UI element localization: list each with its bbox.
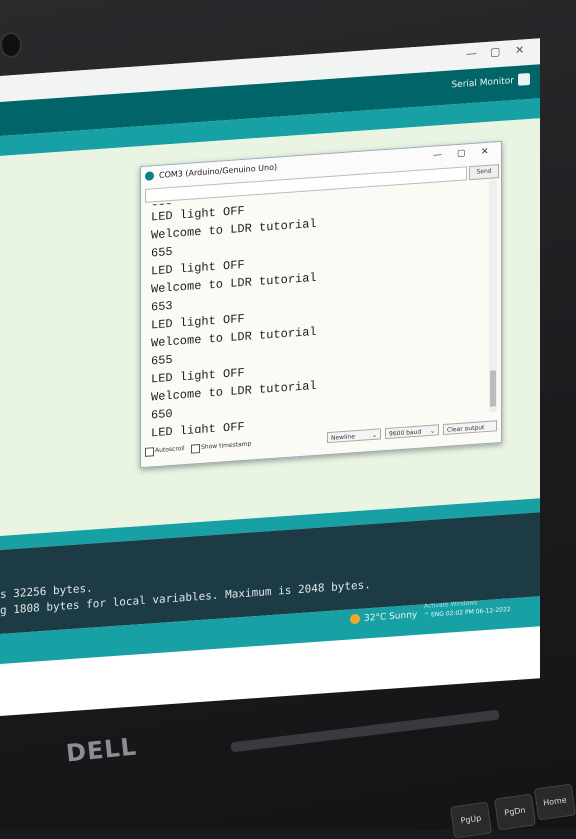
tray-chevron-icon[interactable]: ^ (424, 612, 429, 619)
serial-window-title: COM3 (Arduino/Genuino Uno) (159, 162, 278, 180)
send-button[interactable]: Send (469, 164, 499, 181)
maximize-icon[interactable]: ▢ (490, 45, 500, 59)
chevron-down-icon: ⌄ (429, 427, 435, 435)
maximize-icon[interactable]: ▢ (457, 148, 466, 159)
serial-monitor-icon[interactable] (518, 72, 530, 86)
laptop-hinge (230, 709, 500, 753)
baud-rate-select[interactable]: 9600 baud ⌄ (385, 424, 439, 440)
home-key[interactable]: Home (533, 783, 576, 821)
scrollbar-thumb[interactable] (490, 370, 496, 407)
line-ending-select[interactable]: Newline ⌄ (327, 428, 381, 444)
close-icon[interactable]: ✕ (515, 43, 524, 57)
show-timestamp-label: Show timestamp (201, 440, 252, 451)
minimize-icon[interactable]: — (466, 47, 477, 61)
chevron-down-icon: ⌄ (371, 431, 377, 439)
show-timestamp-checkbox[interactable] (191, 444, 200, 454)
serial-line: LED light OFF (151, 257, 245, 279)
webcam-icon (0, 32, 22, 58)
pgdn-key[interactable]: PgDn (493, 793, 537, 831)
sun-icon (350, 613, 360, 625)
laptop-bezel: — ▢ ✕ Serial Monitor s 32256 bytes. g 18… (0, 0, 576, 839)
serial-output: 655 LED light OFF Welcome to LDR tutoria… (147, 181, 485, 437)
language-indicator[interactable]: ENG (431, 611, 444, 619)
close-icon[interactable]: ✕ (481, 147, 489, 158)
serial-line: 655 (151, 244, 173, 261)
arduino-icon (145, 171, 154, 181)
serial-line: 653 (151, 298, 173, 315)
serial-scrollbar[interactable] (489, 180, 497, 413)
serial-line: 650 (151, 406, 173, 423)
serial-line: LED light OFF (151, 365, 245, 387)
clear-output-button[interactable]: Clear output (443, 420, 497, 436)
pgup-key[interactable]: PgUp (449, 801, 493, 839)
autoscroll-checkbox[interactable] (145, 447, 154, 457)
serial-monitor-window: COM3 (Arduino/Genuino Uno) — ▢ ✕ Send 65… (140, 140, 502, 469)
minimize-icon[interactable]: — (433, 150, 442, 161)
serial-line: LED light OFF (151, 311, 245, 333)
brand-logo: DELL (64, 732, 139, 768)
serial-line: 655 (151, 352, 173, 369)
serial-monitor-label: Serial Monitor (451, 76, 514, 91)
autoscroll-label: Autoscroll (155, 445, 185, 455)
